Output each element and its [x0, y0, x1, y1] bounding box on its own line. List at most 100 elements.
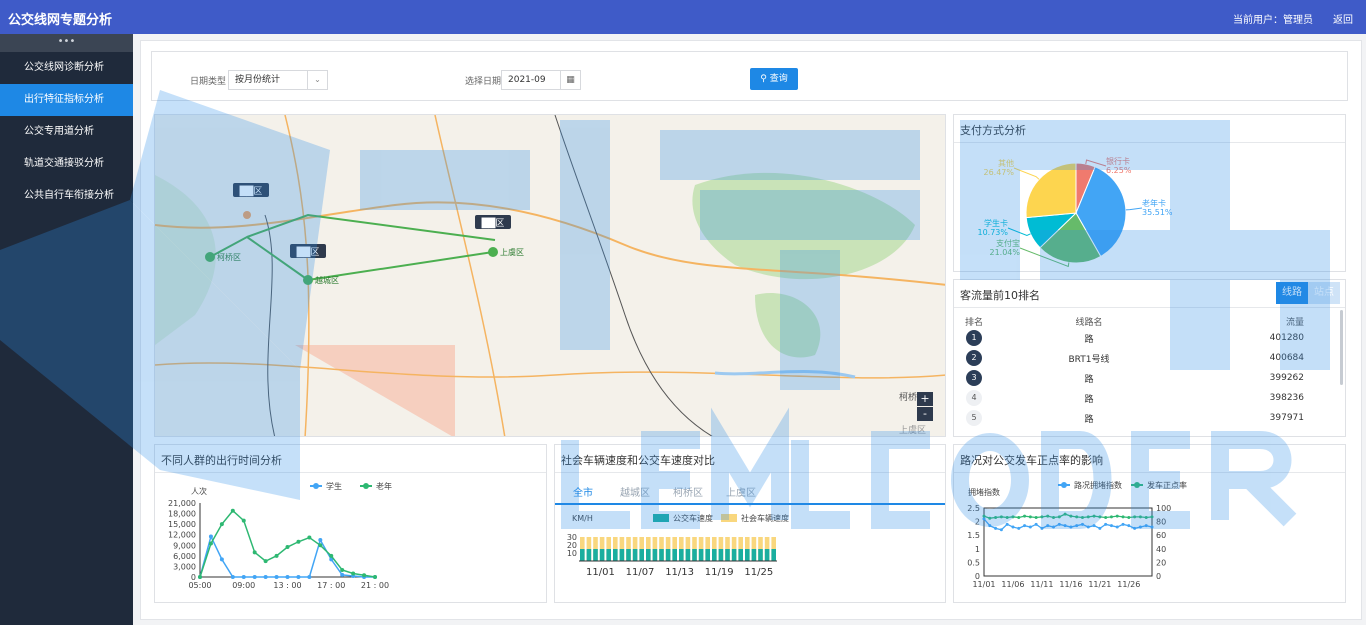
speed-legend-swatch: [653, 514, 669, 522]
sidebar-item-rail-connection[interactable]: 轨道交通接驳分析: [0, 148, 133, 180]
punctuality-data-point: [1052, 516, 1056, 520]
zoom-out-button[interactable]: -: [917, 407, 933, 421]
date-input[interactable]: 2021-09 ▦: [501, 70, 581, 90]
table-row[interactable]: 2 BRT1号线 400684: [954, 348, 1344, 368]
table-row[interactable]: 1 路 401280: [954, 328, 1344, 348]
punctuality-data-point: [1109, 515, 1113, 519]
district-label-3: ██区: [475, 215, 511, 229]
speed-bar: [665, 549, 671, 561]
pie-leader-line: [1013, 167, 1040, 180]
pie-slice-label: 26.47%: [983, 168, 1014, 177]
punctuality-data-point: [1063, 512, 1067, 516]
table-row[interactable]: 3 路 399262: [954, 368, 1344, 388]
app-title: 公交线网专题分析: [8, 13, 113, 28]
punctuality-y-right-tick: 20: [1156, 558, 1166, 567]
crowd-y-tick: 21,000: [168, 499, 196, 508]
punctuality-data-point: [1011, 515, 1015, 519]
crowd-y-tick: 9,000: [173, 541, 196, 550]
table-row[interactable]: 4 路 398236: [954, 388, 1344, 408]
punctuality-data-point: [1104, 522, 1108, 526]
map-label-yuecheng: 越城区: [315, 275, 339, 285]
punctuality-data-point: [999, 515, 1003, 519]
speed-y-tick: 10: [567, 549, 577, 558]
punctuality-data-point: [1115, 514, 1119, 518]
punctuality-data-point: [1121, 515, 1125, 519]
punctuality-plot-frame: [983, 507, 1153, 577]
pie-leader-line: [1125, 207, 1143, 211]
tab-city[interactable]: 全市: [573, 484, 593, 499]
date-type-label: 日期类型: [190, 77, 227, 87]
punctuality-y-left-tick: 1.5: [967, 531, 980, 540]
punctuality-data-point: [982, 517, 986, 521]
punctuality-y-right-tick: 0: [1156, 572, 1161, 581]
table-row[interactable]: 5 路 397971: [954, 408, 1344, 428]
map-label-keqiao: 柯桥区: [217, 252, 241, 262]
date-type-select[interactable]: 按月份统计 ⌄: [228, 70, 328, 90]
speed-bar: [738, 549, 743, 561]
punctuality-data-point: [1086, 525, 1090, 529]
route-name: 路: [1084, 394, 1094, 405]
header-rank: 排名: [964, 317, 983, 328]
crowd-y-tick: 18,000: [168, 510, 196, 519]
sidebar-item-bus-lane[interactable]: 公交专用道分析: [0, 116, 133, 148]
punctuality-y-left-tick: 0.5: [967, 558, 980, 567]
top-bar: 公交线网专题分析 当前用户：管理员 返回: [0, 0, 1366, 34]
payment-panel: 支付方式分析 银行卡 6.25% 老年卡 35.51% 支付宝 21.04% 学生卡 10.7…: [953, 114, 1346, 272]
speed-x-tick: 11/19: [705, 567, 734, 578]
speed-y-tick: 20: [567, 541, 577, 550]
pie-slice: [1025, 162, 1077, 219]
punctuality-line-chart: 拥堵指数路况拥堵指数 发车正点率00.511.522.50204060801001…: [967, 480, 1187, 589]
crowd-data-point: [318, 543, 323, 548]
speed-bar: [771, 549, 776, 561]
crowd-x-tick: 13 : 00: [273, 581, 301, 590]
sidebar-item-travel-features[interactable]: 出行特征指标分析: [0, 84, 133, 116]
speed-bar: [599, 549, 605, 561]
payment-pie-chart: 银行卡6.25% 老年卡35.51% 支付宝21.04% 学生卡10.73% 其他26.…: [977, 156, 1173, 268]
punctuality-data-point: [1005, 516, 1009, 520]
route-flow: 401280: [1269, 333, 1304, 343]
tab-route[interactable]: 线路: [1276, 282, 1308, 304]
punctuality-ylabel: 拥堵指数: [968, 487, 1000, 497]
crowd-y-tick: 3,000: [173, 562, 196, 571]
punctuality-legend-marker: [1061, 482, 1067, 488]
speed-bar: [639, 549, 644, 561]
query-button[interactable]: ⚲ 查询: [750, 68, 798, 90]
punctuality-series-line: [983, 518, 1153, 531]
pie-slice-name: 其他: [998, 158, 1014, 168]
map-point-yuecheng[interactable]: [303, 275, 313, 285]
speed-legend-swatch: [721, 514, 737, 522]
speed-x-tick: 11/25: [744, 567, 773, 578]
date-value: 2021-09: [508, 75, 546, 85]
punctuality-data-point: [1011, 525, 1015, 529]
pie-slice-label: 10.73%: [977, 228, 1008, 237]
map-point-shangyu[interactable]: [488, 247, 498, 257]
current-user: 当前用户：管理员: [1233, 15, 1313, 26]
crowd-data-point: [285, 545, 290, 550]
speed-bar: [679, 549, 684, 561]
sidebar-item-bike-connection[interactable]: 公共自行车衔接分析: [0, 180, 133, 212]
tab-keqiao[interactable]: 柯桥区: [673, 484, 703, 499]
crowd-data-point: [252, 575, 257, 579]
tab-station[interactable]: 站点: [1308, 282, 1340, 304]
sidebar-collapse-button[interactable]: •••: [0, 34, 133, 52]
zoom-in-button[interactable]: +: [917, 392, 933, 406]
speed-ylabel: KM/H: [572, 514, 593, 523]
tab-shangyu[interactable]: 上虞区: [726, 484, 756, 499]
map-view[interactable]: ██区 ██区 ██区 柯桥区 越城区 上虞区 柯桥区 上虞区 + -: [154, 114, 946, 437]
speed-bar: [606, 549, 611, 561]
punctuality-data-point: [994, 526, 998, 530]
punctuality-y-right-tick: 80: [1156, 518, 1166, 527]
back-link[interactable]: 返回: [1333, 11, 1353, 26]
punctuality-data-point: [1098, 515, 1102, 519]
ranking-title: 客流量前10排名: [960, 289, 1040, 302]
pie-leader-line: [1007, 227, 1031, 237]
crowd-data-point: [285, 575, 290, 579]
punctuality-data-point: [1040, 526, 1044, 530]
map-point-keqiao[interactable]: [205, 252, 215, 262]
sidebar-item-network-diagnosis[interactable]: 公交线网诊断分析: [0, 52, 133, 84]
tab-yuecheng[interactable]: 越城区: [620, 484, 650, 499]
crowd-data-point: [230, 575, 235, 579]
speed-bar: [659, 549, 664, 561]
crowd-data-point: [340, 567, 345, 572]
punctuality-data-point: [1069, 525, 1073, 529]
